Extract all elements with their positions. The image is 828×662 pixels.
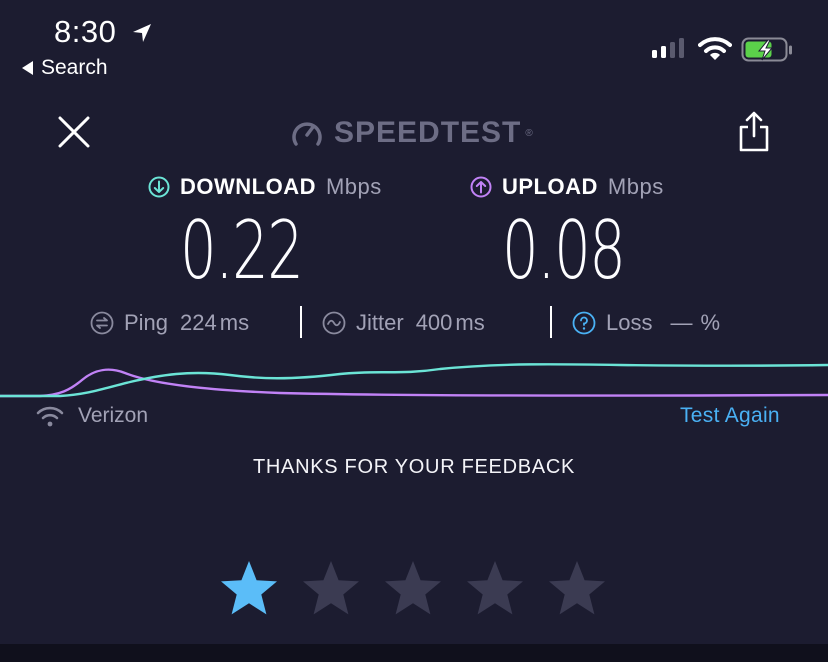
star-icon-3[interactable] bbox=[382, 558, 444, 620]
back-label: Search bbox=[41, 56, 108, 79]
ping-stat: Ping 224 ms bbox=[90, 306, 249, 340]
feedback-message: THANKS FOR YOUR FEEDBACK bbox=[252, 456, 576, 478]
loss-label: Loss bbox=[606, 310, 653, 335]
isp-name: Verizon bbox=[78, 404, 149, 427]
status-time: 8:30 bbox=[54, 14, 117, 49]
upload-header: UPLOAD Mbps bbox=[470, 174, 664, 200]
star-icon-1[interactable] bbox=[218, 558, 280, 620]
wifi-status-icon bbox=[698, 37, 732, 60]
ping-icon bbox=[90, 311, 114, 335]
cellular-signal-icon bbox=[652, 38, 684, 58]
upload-arrow-icon bbox=[470, 176, 492, 198]
download-label: DOWNLOAD bbox=[180, 174, 316, 199]
share-button[interactable] bbox=[736, 110, 772, 154]
location-arrow-icon bbox=[133, 24, 151, 42]
star-icon-2[interactable] bbox=[300, 558, 362, 620]
stats-row: Ping 224 ms Jitter 400 ms Loss — % bbox=[0, 306, 828, 340]
jitter-label: Jitter bbox=[356, 310, 404, 335]
back-triangle-icon bbox=[22, 61, 33, 75]
ping-value: 224 bbox=[180, 310, 217, 335]
speedometer-icon bbox=[292, 122, 322, 146]
speed-graph bbox=[0, 363, 828, 398]
wifi-icon bbox=[36, 406, 64, 427]
ping-unit: ms bbox=[219, 310, 250, 335]
loss-stat[interactable]: Loss — % bbox=[572, 306, 720, 340]
star-icon-4[interactable] bbox=[464, 558, 526, 620]
upload-label: UPLOAD bbox=[502, 174, 598, 199]
trademark-symbol: ® bbox=[525, 127, 534, 139]
loss-value: — bbox=[670, 310, 693, 335]
test-again-button[interactable]: Test Again bbox=[680, 404, 780, 428]
speedtest-logo: SPEEDTEST ® bbox=[290, 116, 534, 150]
jitter-stat: Jitter 400 ms bbox=[322, 306, 485, 340]
stats-divider bbox=[300, 306, 302, 338]
download-line bbox=[0, 363, 828, 398]
jitter-icon bbox=[322, 311, 346, 335]
download-speed-value: 0.22 bbox=[180, 204, 304, 297]
star-icon-5[interactable] bbox=[546, 558, 608, 620]
loss-unit: % bbox=[700, 310, 721, 335]
stats-divider bbox=[550, 306, 552, 338]
back-to-search-link[interactable]: Search bbox=[22, 56, 108, 80]
download-arrow-icon bbox=[148, 176, 170, 198]
rating-stars bbox=[218, 558, 608, 620]
upload-unit: Mbps bbox=[607, 174, 664, 199]
help-icon[interactable] bbox=[572, 311, 596, 335]
battery-charging-icon bbox=[741, 37, 792, 62]
download-unit: Mbps bbox=[325, 174, 382, 199]
brand-name: SPEEDTEST bbox=[334, 116, 522, 149]
isp-info: Verizon bbox=[36, 404, 148, 428]
upload-speed-value: 0.08 bbox=[502, 204, 626, 297]
jitter-value: 400 bbox=[415, 310, 453, 335]
jitter-unit: ms bbox=[455, 310, 485, 335]
ping-label: Ping bbox=[124, 310, 169, 335]
download-header: DOWNLOAD Mbps bbox=[148, 174, 382, 200]
close-button[interactable] bbox=[56, 114, 92, 150]
bottom-bar bbox=[0, 644, 828, 662]
